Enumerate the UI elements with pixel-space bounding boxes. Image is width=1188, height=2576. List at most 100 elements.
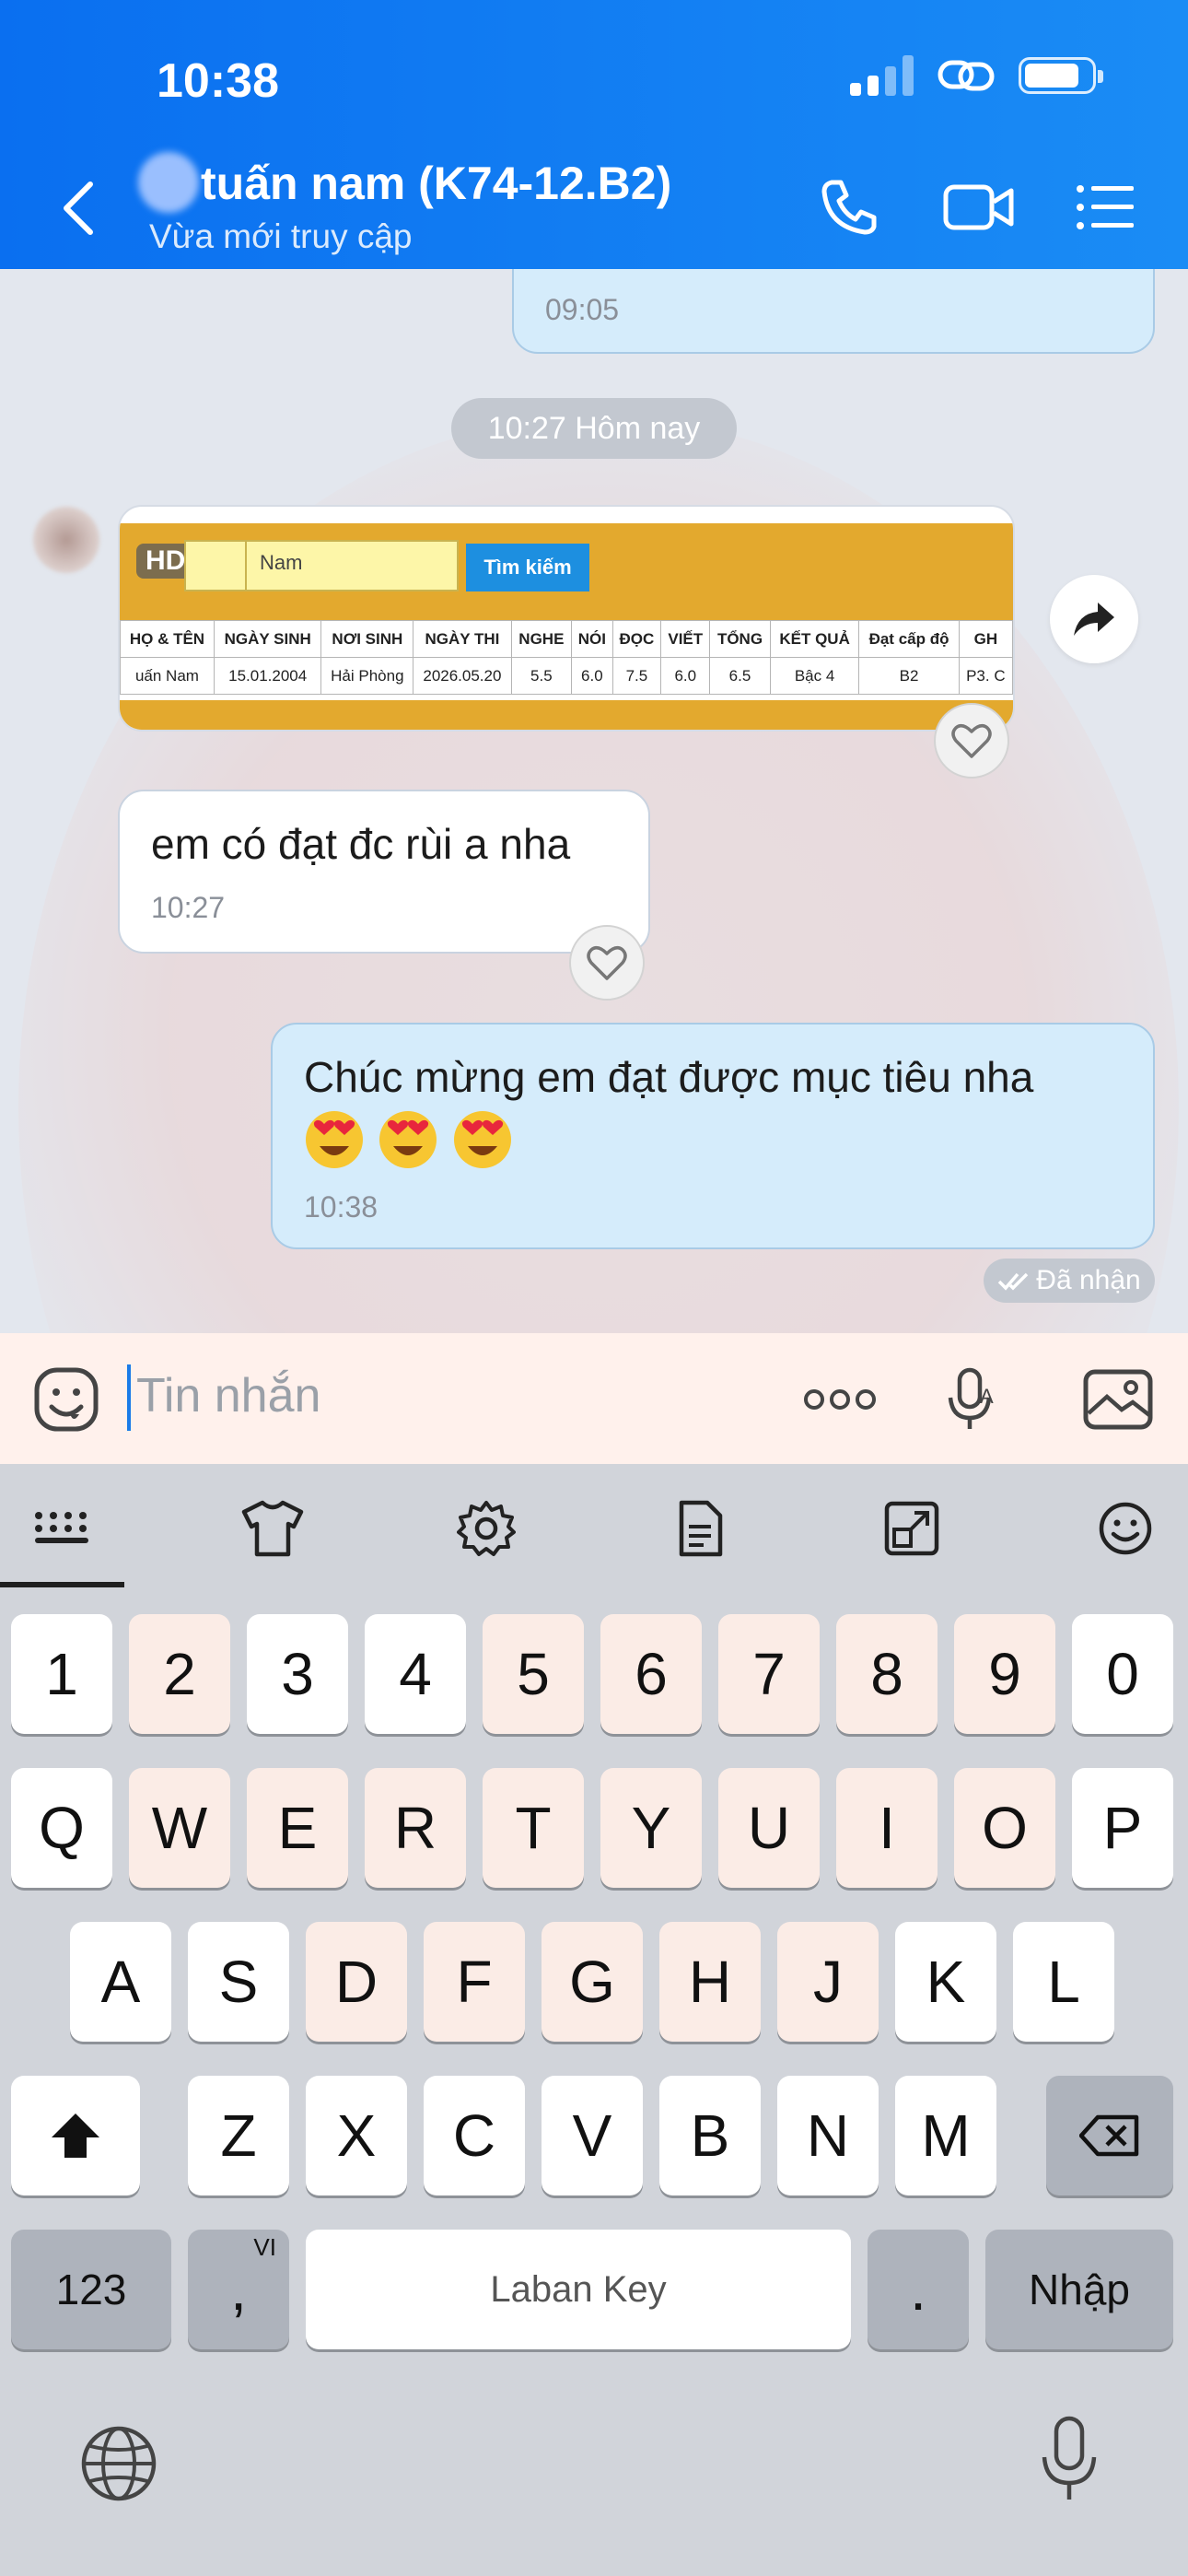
key-f[interactable]: F bbox=[424, 1922, 525, 2042]
key-b[interactable]: B bbox=[659, 2076, 761, 2195]
share-forward-button[interactable] bbox=[1050, 575, 1138, 663]
comma-key[interactable]: , VI bbox=[188, 2230, 289, 2349]
delivered-status: Đã nhận bbox=[984, 1259, 1155, 1303]
message-input[interactable]: Tin nhắn bbox=[136, 1368, 320, 1423]
key-w[interactable]: W bbox=[129, 1768, 230, 1888]
key-4[interactable]: 4 bbox=[365, 1614, 466, 1734]
status-time: 10:38 bbox=[157, 54, 279, 108]
table-header-cell: KẾT QUẢ bbox=[769, 620, 860, 658]
message-outgoing-previous[interactable]: 09:05 bbox=[512, 269, 1155, 354]
theme-shirt-icon[interactable] bbox=[236, 1492, 309, 1565]
table-header-cell: NÓI bbox=[571, 620, 613, 658]
key-t[interactable]: T bbox=[483, 1768, 584, 1888]
key-1[interactable]: 1 bbox=[11, 1614, 112, 1734]
heart-eyes-emoji-icon bbox=[453, 1111, 511, 1168]
voice-to-text-icon[interactable]: A bbox=[934, 1361, 1011, 1438]
emoji-picker-icon[interactable] bbox=[28, 1361, 105, 1438]
table-cell: 6.0 bbox=[571, 657, 613, 695]
globe-icon[interactable] bbox=[77, 2422, 160, 2505]
shift-key[interactable] bbox=[11, 2076, 140, 2195]
menu-list-icon[interactable] bbox=[1068, 170, 1142, 244]
table-cell: uấn Nam bbox=[120, 657, 215, 695]
table-header-cell: ĐỌC bbox=[611, 620, 662, 658]
key-i[interactable]: I bbox=[836, 1768, 938, 1888]
message-outgoing[interactable]: Chúc mừng em đạt được mục tiêu nha 10:38 bbox=[271, 1023, 1155, 1249]
message-text: em có đạt đc rùi a nha bbox=[151, 820, 571, 868]
heart-react-icon[interactable] bbox=[934, 703, 1009, 779]
chat-status: Vừa mới truy cập bbox=[149, 217, 413, 255]
key-o[interactable]: O bbox=[954, 1768, 1055, 1888]
signal-icon bbox=[850, 55, 914, 96]
key-2[interactable]: 2 bbox=[129, 1614, 230, 1734]
key-p[interactable]: P bbox=[1072, 1768, 1173, 1888]
status-icons bbox=[850, 55, 1103, 96]
key-j[interactable]: J bbox=[777, 1922, 879, 2042]
key-8[interactable]: 8 bbox=[836, 1614, 938, 1734]
key-a[interactable]: A bbox=[70, 1922, 171, 2042]
link-icon bbox=[938, 60, 995, 91]
key-5[interactable]: 5 bbox=[483, 1614, 584, 1734]
table-cell: 6.0 bbox=[660, 657, 711, 695]
message-time: 10:27 bbox=[151, 891, 226, 924]
key-y[interactable]: Y bbox=[600, 1768, 702, 1888]
date-separator: 10:27 Hôm nay bbox=[451, 398, 737, 459]
toolbar-active-indicator bbox=[0, 1582, 124, 1587]
phone-call-icon[interactable] bbox=[812, 170, 886, 244]
enter-key[interactable]: Nhập bbox=[985, 2230, 1173, 2349]
emoji-smile-icon[interactable] bbox=[1089, 1492, 1162, 1565]
video-call-icon[interactable] bbox=[939, 170, 1019, 244]
table-cell: 15.01.2004 bbox=[213, 657, 322, 695]
dictation-mic-icon[interactable] bbox=[1028, 2413, 1111, 2505]
key-u[interactable]: U bbox=[718, 1768, 820, 1888]
key-v[interactable]: V bbox=[542, 2076, 643, 2195]
key-z[interactable]: Z bbox=[188, 2076, 289, 2195]
key-n[interactable]: N bbox=[777, 2076, 879, 2195]
key-3[interactable]: 3 bbox=[247, 1614, 348, 1734]
space-bar[interactable]: Laban Key bbox=[306, 2230, 851, 2349]
table-cell: P3. C bbox=[958, 657, 1013, 695]
settings-gear-icon[interactable] bbox=[449, 1492, 523, 1565]
key-6[interactable]: 6 bbox=[600, 1614, 702, 1734]
clipboard-note-icon[interactable] bbox=[663, 1492, 737, 1565]
message-incoming[interactable]: em có đạt đc rùi a nha 10:27 bbox=[118, 790, 650, 954]
key-x[interactable]: X bbox=[306, 2076, 407, 2195]
key-c[interactable]: C bbox=[424, 2076, 525, 2195]
sender-avatar[interactable] bbox=[33, 507, 99, 573]
key-g[interactable]: G bbox=[542, 1922, 643, 2042]
chat-messages[interactable]: 09:05 10:27 Hôm nay HD Nam Tìm kiếm HỌ &… bbox=[0, 269, 1188, 1333]
delivered-label: Đã nhận bbox=[1036, 1265, 1141, 1295]
chat-title[interactable]: tuấn nam (K74-12.B2) bbox=[201, 157, 671, 210]
period-key[interactable]: . bbox=[868, 2230, 969, 2349]
key-d[interactable]: D bbox=[306, 1922, 407, 2042]
resize-keyboard-icon[interactable] bbox=[875, 1492, 949, 1565]
key-l[interactable]: L bbox=[1013, 1922, 1114, 2042]
key-s[interactable]: S bbox=[188, 1922, 289, 2042]
key-m[interactable]: M bbox=[895, 2076, 996, 2195]
back-button[interactable] bbox=[55, 175, 101, 240]
image-message[interactable]: HD Nam Tìm kiếm HỌ & TÊN NGÀY SINH NƠI S… bbox=[118, 505, 1015, 732]
result-table: HỌ & TÊN NGÀY SINH NƠI SINH NGÀY THI NGH… bbox=[120, 620, 1013, 695]
table-cell: B2 bbox=[858, 657, 960, 695]
table-cell: 5.5 bbox=[510, 657, 573, 695]
table-header-cell: Đạt cấp độ bbox=[858, 620, 960, 658]
table-cell: 7.5 bbox=[611, 657, 662, 695]
gallery-image-icon[interactable] bbox=[1079, 1361, 1157, 1438]
keyboard: 1 2 3 4 5 6 7 8 9 0 Q W E R T Y U I O P … bbox=[0, 1464, 1188, 2576]
more-options-icon[interactable] bbox=[801, 1361, 879, 1438]
table-header-cell: NGÀY THI bbox=[413, 620, 512, 658]
key-7[interactable]: 7 bbox=[718, 1614, 820, 1734]
key-0[interactable]: 0 bbox=[1072, 1614, 1173, 1734]
key-k[interactable]: K bbox=[895, 1922, 996, 2042]
key-e[interactable]: E bbox=[247, 1768, 348, 1888]
heart-react-icon[interactable] bbox=[569, 925, 645, 1001]
backspace-key[interactable] bbox=[1046, 2076, 1173, 2195]
key-9[interactable]: 9 bbox=[954, 1614, 1055, 1734]
table-header-cell: VIẾT bbox=[660, 620, 711, 658]
keyboard-grid-icon[interactable] bbox=[26, 1492, 99, 1565]
key-h[interactable]: H bbox=[659, 1922, 761, 2042]
table-header-cell: NGÀY SINH bbox=[213, 620, 322, 658]
key-q[interactable]: Q bbox=[11, 1768, 112, 1888]
numbers-switch-key[interactable]: 123 bbox=[11, 2230, 171, 2349]
key-r[interactable]: R bbox=[365, 1768, 466, 1888]
table-cell: Hải Phòng bbox=[320, 657, 414, 695]
